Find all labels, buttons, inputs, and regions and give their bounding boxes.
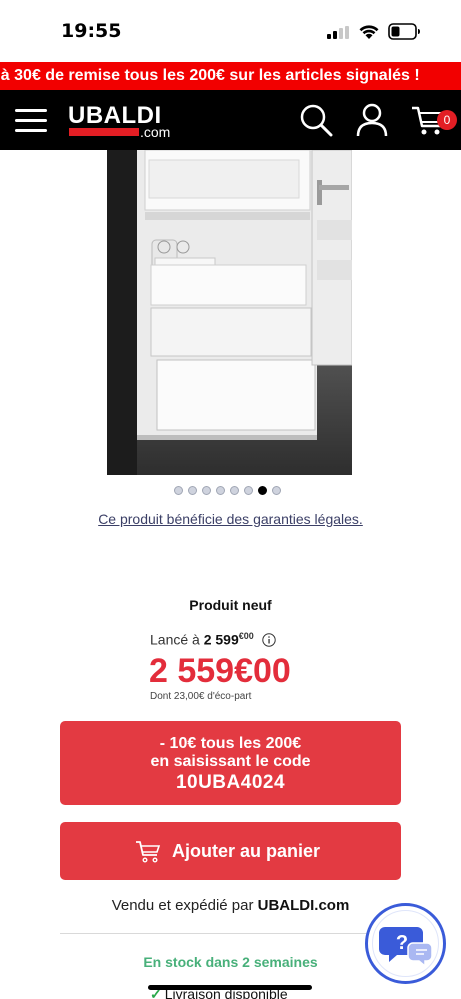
promo-code-line2: en saisissant le code: [150, 753, 311, 770]
guarantee-link[interactable]: Ce produit bénéficie des garanties légal…: [0, 511, 461, 527]
logo-underline: [69, 128, 139, 136]
launch-price-value: 2 599: [203, 631, 239, 648]
carousel-dot[interactable]: [258, 486, 267, 495]
seller-name: UBALDI.com: [257, 897, 350, 914]
product-condition: Produit neuf: [189, 597, 272, 613]
carousel-dot[interactable]: [188, 486, 197, 495]
site-header: UBALDI .com: [0, 90, 461, 150]
signal-icon: [327, 26, 351, 39]
status-time: 19:55: [61, 20, 122, 42]
launch-price-cents: €00: [238, 631, 254, 641]
current-price: 2 559€00: [149, 652, 291, 691]
home-indicator[interactable]: [148, 985, 312, 990]
promo-banner[interactable]: 'à 30€ de remise tous les 200€ sur les a…: [0, 62, 461, 90]
cart-icon: [136, 841, 161, 863]
wifi-icon: [359, 25, 379, 39]
promo-code-line1: - 10€ tous les 200€: [159, 735, 302, 752]
carousel-dot[interactable]: [230, 486, 239, 495]
info-icon[interactable]: [261, 632, 276, 647]
carousel-dot[interactable]: [244, 486, 253, 495]
fridge-illustration: [107, 150, 352, 475]
battery-icon: [388, 23, 420, 40]
current-price-cents: €00: [234, 652, 291, 690]
menu-icon[interactable]: [15, 107, 47, 133]
carousel-dot[interactable]: [202, 486, 211, 495]
carousel-dot[interactable]: [216, 486, 225, 495]
divider: [60, 933, 401, 934]
svg-text:?: ?: [396, 932, 408, 954]
product-image[interactable]: [107, 150, 352, 475]
status-bar: 19:55: [0, 0, 461, 62]
promo-banner-text: 'à 30€ de remise tous les 200€ sur les a…: [0, 67, 420, 84]
cart-count-badge[interactable]: 0: [437, 110, 457, 130]
launch-price-label: Lancé à: [150, 631, 204, 648]
current-price-value: 2 559: [149, 652, 235, 690]
search-icon[interactable]: [298, 102, 334, 138]
help-chat-icon[interactable]: ?: [365, 903, 446, 984]
sold-by-prefix: Vendu et expédié par: [111, 897, 258, 914]
add-to-cart-button[interactable]: Ajouter au panier: [60, 822, 401, 880]
promo-code-box[interactable]: - 10€ tous les 200€ en saisissant le cod…: [60, 721, 401, 805]
eco-part: Dont 23,00€ d'éco-part: [150, 691, 252, 702]
site-logo[interactable]: UBALDI .com: [68, 102, 176, 140]
carousel-dot[interactable]: [272, 486, 281, 495]
launch-price: Lancé à 2 599€00: [150, 631, 276, 648]
promo-code-value: 10UBA4024: [175, 772, 286, 793]
add-to-cart-label: Ajouter au panier: [172, 841, 321, 861]
account-icon[interactable]: [354, 102, 390, 138]
logo-suffix: .com: [140, 124, 171, 140]
stock-status: En stock dans 2 semaines: [143, 954, 318, 970]
carousel-dot[interactable]: [174, 486, 183, 495]
carousel-dots: [174, 486, 281, 496]
